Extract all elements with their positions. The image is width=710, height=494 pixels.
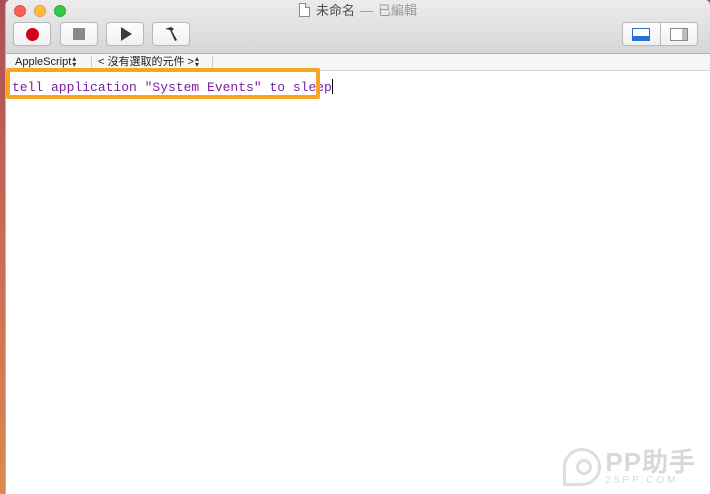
watermark: PP助手 25PP.COM <box>563 448 696 486</box>
updown-chevron-icon: ▴ ▾ <box>72 54 77 69</box>
panel-side-icon <box>669 27 688 41</box>
stop-button[interactable] <box>60 22 98 46</box>
run-button[interactable] <box>106 22 144 46</box>
show-log-button[interactable] <box>623 23 660 45</box>
hammer-icon <box>165 27 177 41</box>
script-editor-area[interactable]: tell application "System Events" to slee… <box>6 72 710 494</box>
panel-bottom-icon <box>632 27 651 41</box>
document-name: 未命名 <box>315 3 355 18</box>
script-editor-window: 未命名 — 已編輯 AppleScript ▴ ▾ < 沒有選取的元件 > ▴ … <box>5 0 710 494</box>
text-caret <box>331 79 333 94</box>
edited-status: 已編輯 <box>378 3 418 18</box>
play-icon <box>121 27 132 41</box>
title-separator: — <box>360 3 373 18</box>
pp-logo-icon <box>563 448 602 486</box>
window-title: 未命名 — 已編輯 <box>6 2 710 20</box>
document-icon <box>298 3 310 17</box>
show-library-button[interactable] <box>659 23 698 45</box>
view-toggle <box>622 22 698 46</box>
title-bar: 未命名 — 已編輯 <box>6 0 710 54</box>
updown-chevron-icon: ▴ ▾ <box>194 54 199 69</box>
stop-icon <box>73 28 85 40</box>
record-button[interactable] <box>13 22 51 46</box>
watermark-brand: PP助手 <box>605 447 696 477</box>
watermark-url: 25PP.COM <box>605 475 679 486</box>
record-icon <box>25 27 39 41</box>
compile-button[interactable] <box>152 22 190 46</box>
highlight-annotation <box>6 68 320 99</box>
